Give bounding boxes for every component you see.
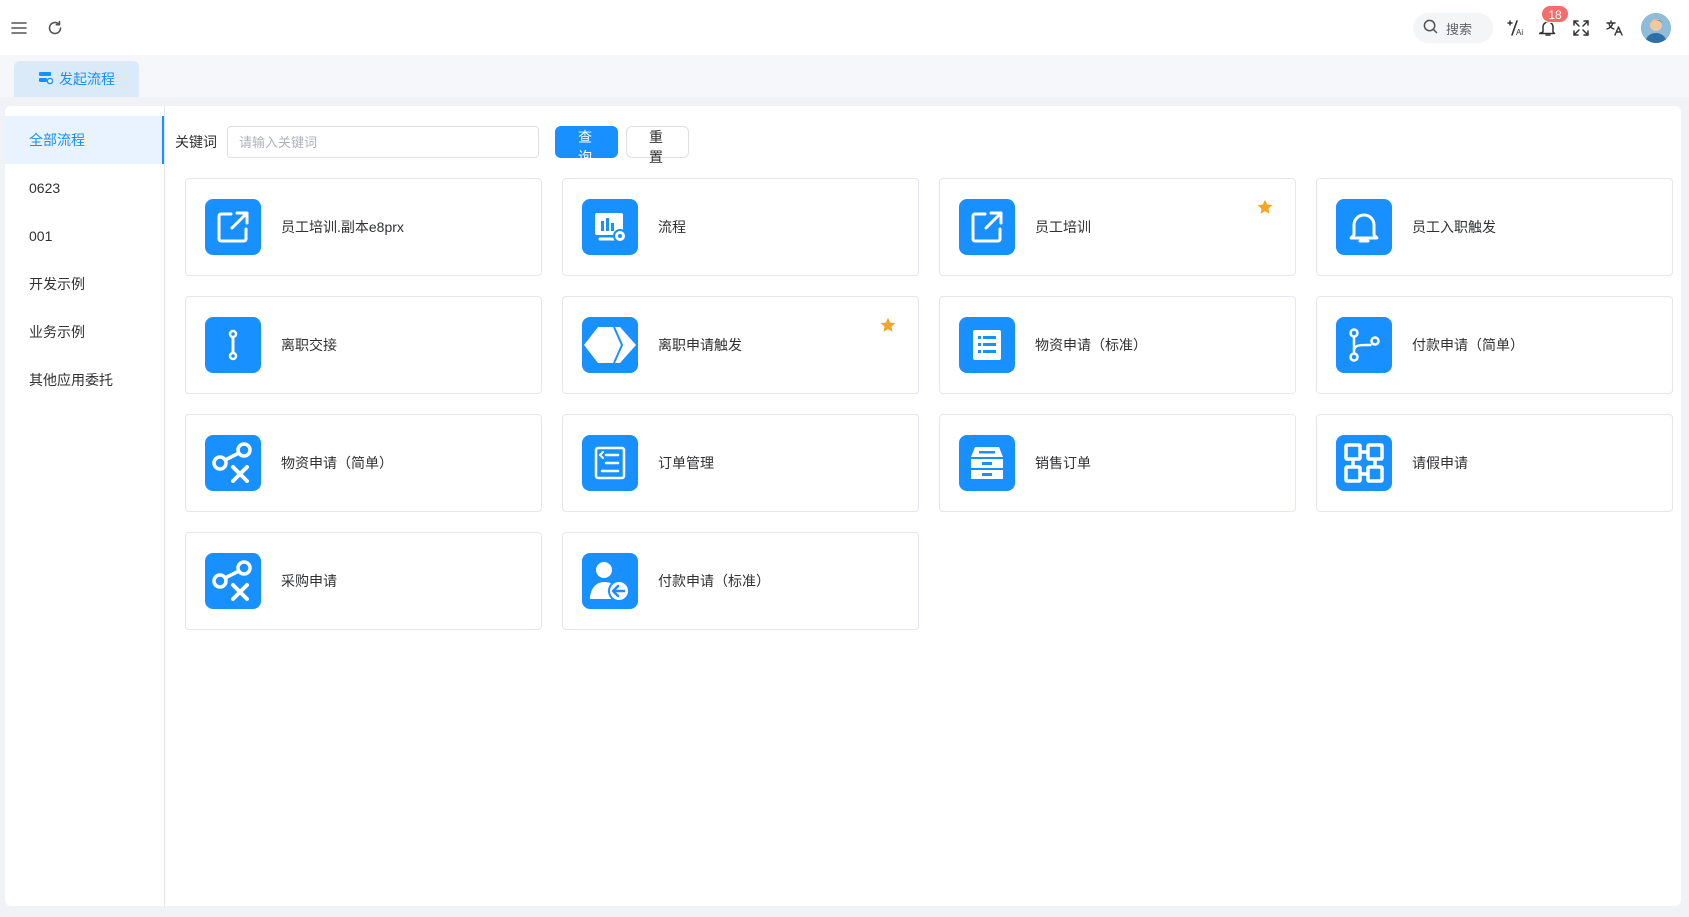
process-card[interactable]: 请假申请 (1316, 414, 1673, 512)
tab-bar: 发起流程 (0, 55, 1689, 97)
process-name: 订单管理 (658, 455, 714, 471)
star-icon[interactable] (1257, 199, 1273, 215)
process-name: 物资申请（简单） (281, 455, 393, 471)
menu-icon[interactable] (8, 17, 30, 39)
archive-box-icon (959, 435, 1015, 491)
process-name: 离职申请触发 (658, 337, 742, 353)
refresh-icon[interactable] (44, 17, 66, 39)
process-card[interactable]: 离职交接 (185, 296, 542, 394)
process-name: 付款申请（简单） (1412, 337, 1524, 353)
process-name: 员工培训 (1035, 219, 1091, 235)
external-link-icon (959, 199, 1015, 255)
sidebar-item-001[interactable]: 001 (5, 212, 164, 260)
keyword-input[interactable] (227, 126, 539, 158)
process-card[interactable]: 员工培训.副本e8prx (185, 178, 542, 276)
svg-text:Ai: Ai (1516, 28, 1523, 37)
process-card[interactable]: 物资申请（简单） (185, 414, 542, 512)
translate-icon[interactable] (1604, 17, 1626, 39)
process-card[interactable]: 离职申请触发 (562, 296, 919, 394)
bell-icon (1336, 199, 1392, 255)
process-card[interactable]: 订单管理 (562, 414, 919, 512)
process-name: 请假申请 (1412, 455, 1468, 471)
top-header: 搜索 Ai 18 (0, 0, 1689, 55)
keyword-label: 关键词 (175, 134, 217, 150)
list-document-icon (959, 317, 1015, 373)
grid-blocks-icon (1336, 435, 1392, 491)
link-vertical-icon (205, 317, 261, 373)
external-link-icon (205, 199, 261, 255)
filter-toolbar: 关键词 查询 重置 (175, 126, 689, 165)
process-name: 采购申请 (281, 573, 337, 589)
ai-icon[interactable]: Ai (1505, 17, 1527, 39)
query-button[interactable]: 查询 (555, 126, 618, 165)
user-avatar[interactable] (1641, 13, 1671, 43)
process-name: 流程 (658, 219, 686, 235)
star-icon[interactable] (880, 317, 896, 333)
sidebar-item-dev-examples[interactable]: 开发示例 (5, 260, 164, 308)
process-name: 离职交接 (281, 337, 337, 353)
process-card[interactable]: 物资申请（标准） (939, 296, 1296, 394)
category-sidebar: 全部流程 0623 001 开发示例 业务示例 其他应用委托 (5, 106, 165, 906)
process-name: 员工入职触发 (1412, 219, 1496, 235)
reset-button[interactable]: 重置 (626, 126, 689, 165)
sidebar-item-other-delegation[interactable]: 其他应用委托 (5, 356, 164, 404)
tab-label: 发起流程 (59, 71, 115, 87)
branch-icon (1336, 317, 1392, 373)
main-panel: 全部流程 0623 001 开发示例 业务示例 其他应用委托 关键词 查询 重置… (5, 106, 1681, 906)
process-name: 物资申请（标准） (1035, 337, 1147, 353)
node-share-icon (205, 553, 261, 609)
diamond-tag-icon (582, 317, 638, 373)
header-search[interactable]: 搜索 (1413, 13, 1493, 43)
process-name: 付款申请（标准） (658, 573, 770, 589)
tab-start-process[interactable]: 发起流程 (14, 61, 139, 97)
sidebar-item-all[interactable]: 全部流程 (5, 116, 164, 164)
workflow-icon (38, 71, 54, 88)
process-card[interactable]: 付款申请（简单） (1316, 296, 1673, 394)
process-card[interactable]: 销售订单 (939, 414, 1296, 512)
search-icon (1423, 19, 1438, 37)
process-card[interactable]: 员工培训 (939, 178, 1296, 276)
node-share-icon (205, 435, 261, 491)
process-card[interactable]: 流程 (562, 178, 919, 276)
process-grid: 员工培训.副本e8prx 流程 员工培训 员工入职触发离职交接 离职申请触发 物资申请（标… (185, 178, 1673, 630)
process-card[interactable]: 付款申请（标准） (562, 532, 919, 630)
fullscreen-icon[interactable] (1570, 17, 1592, 39)
sidebar-item-0623[interactable]: 0623 (5, 164, 164, 212)
search-placeholder: 搜索 (1446, 21, 1473, 37)
process-name: 销售订单 (1035, 455, 1091, 471)
user-return-icon (582, 553, 638, 609)
sidebar-item-business-examples[interactable]: 业务示例 (5, 308, 164, 356)
process-name: 员工培训.副本e8prx (281, 219, 404, 235)
process-card[interactable]: 员工入职触发 (1316, 178, 1673, 276)
notification-badge: 18 (1541, 5, 1569, 23)
order-list-icon (582, 435, 638, 491)
dashboard-settings-icon (582, 199, 638, 255)
process-card[interactable]: 采购申请 (185, 532, 542, 630)
